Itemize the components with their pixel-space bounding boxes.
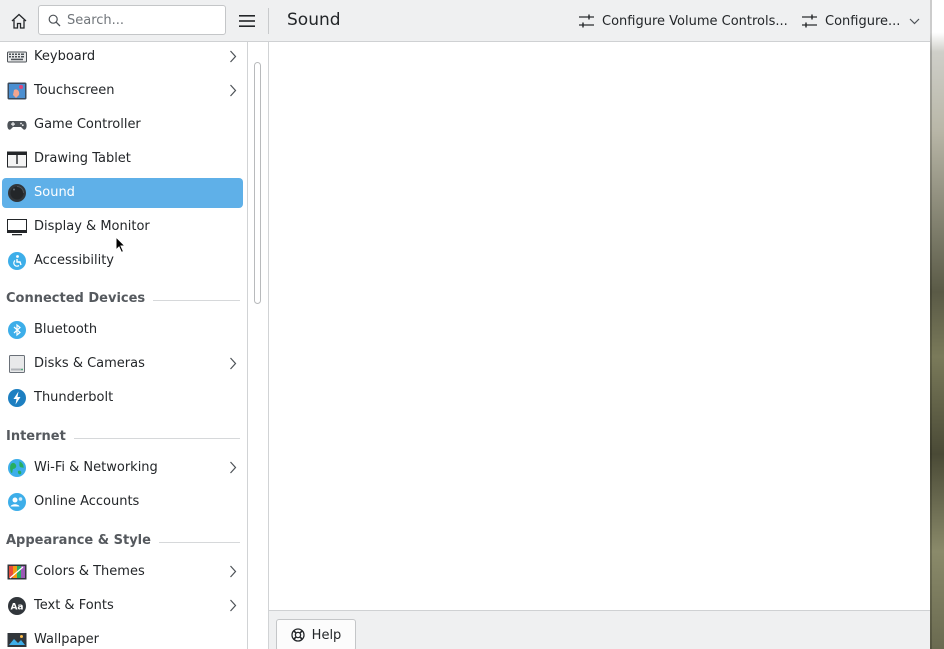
scrollbar-thumb[interactable] xyxy=(254,62,261,304)
chevron-right-icon xyxy=(230,50,237,63)
sidebar-item-label: Keyboard xyxy=(34,49,96,64)
help-button[interactable]: Help xyxy=(276,619,356,649)
online-accounts-icon xyxy=(8,493,26,511)
keyboard-icon xyxy=(7,51,27,63)
desktop-background xyxy=(930,0,944,649)
sidebar-item-label: Display & Monitor xyxy=(34,219,150,234)
game-controller-icon xyxy=(7,121,27,130)
bluetooth-icon xyxy=(8,321,26,339)
configure-volume-controls-label: Configure Volume Controls... xyxy=(602,13,788,29)
configure-label: Configure... xyxy=(825,13,901,29)
sliders-icon xyxy=(802,14,817,28)
disks-cameras-icon xyxy=(9,355,25,373)
search-icon xyxy=(48,14,61,26)
sidebar-item-label: Bluetooth xyxy=(34,322,98,337)
section-internet: Internet xyxy=(6,428,240,446)
chevron-down-icon xyxy=(909,18,920,24)
accessibility-icon xyxy=(8,252,26,270)
sidebar-item-label: Game Controller xyxy=(34,117,141,132)
search-input[interactable] xyxy=(67,12,217,28)
sidebar-item-online-accounts[interactable]: Online Accounts xyxy=(2,487,243,517)
sliders-icon xyxy=(579,14,594,28)
toolbar: Sound Configure Volume Controls... Confi… xyxy=(0,0,930,42)
text-fonts-icon: Aa xyxy=(8,597,26,615)
home-icon xyxy=(11,13,27,29)
section-connected-devices: Connected Devices xyxy=(6,290,240,308)
sidebar-item-wallpaper[interactable]: Wallpaper xyxy=(2,625,243,649)
sidebar-item-colors-themes[interactable]: Colors & Themes xyxy=(2,557,243,587)
wallpaper-icon xyxy=(7,633,27,647)
sidebar-item-touchscreen[interactable]: Touchscreen xyxy=(2,76,243,106)
sidebar-item-bluetooth[interactable]: Bluetooth xyxy=(2,315,243,345)
sidebar-item-drawing-tablet[interactable]: Drawing Tablet xyxy=(2,144,243,174)
mouse-cursor-icon xyxy=(115,236,127,254)
section-title: Internet xyxy=(6,429,74,444)
sound-settings-content xyxy=(269,42,930,610)
sidebar-item-label: Touchscreen xyxy=(34,83,115,98)
sidebar-item-label: Accessibility xyxy=(34,253,114,268)
colors-themes-icon xyxy=(7,564,27,580)
sidebar-item-label: Colors & Themes xyxy=(34,564,145,579)
sidebar-item-thunderbolt[interactable]: Thunderbolt xyxy=(2,383,243,413)
help-label: Help xyxy=(311,627,342,643)
chevron-right-icon xyxy=(230,461,237,474)
sidebar-item-label: Wallpaper xyxy=(34,632,100,647)
sidebar-scrollbar[interactable] xyxy=(249,42,268,649)
sound-icon xyxy=(8,184,26,202)
sidebar-item-disks-cameras[interactable]: Disks & Cameras xyxy=(2,349,243,379)
chevron-right-icon xyxy=(230,565,237,578)
section-appearance-style: Appearance & Style xyxy=(6,532,240,550)
configure-menu-button[interactable]: Configure... xyxy=(801,8,927,34)
sidebar-item-label: Wi-Fi & Networking xyxy=(34,460,158,475)
sidebar: Keyboard Touchscreen Game Controller Dra… xyxy=(0,42,248,649)
sidebar-item-game-controller[interactable]: Game Controller xyxy=(2,110,243,140)
sidebar-item-keyboard[interactable]: Keyboard xyxy=(2,42,243,72)
sidebar-item-label: Sound xyxy=(34,185,75,200)
sidebar-item-label: Thunderbolt xyxy=(34,390,114,405)
section-title: Appearance & Style xyxy=(6,533,159,548)
section-title: Connected Devices xyxy=(6,291,154,306)
sidebar-item-label: Online Accounts xyxy=(34,494,140,509)
chevron-right-icon xyxy=(230,599,237,612)
chevron-right-icon xyxy=(230,357,237,370)
sidebar-item-label: Disks & Cameras xyxy=(34,356,145,371)
footer-bar: Help xyxy=(269,610,930,649)
page-title: Sound xyxy=(287,10,341,30)
home-button[interactable] xyxy=(6,8,32,34)
svg-text:Aa: Aa xyxy=(10,603,23,613)
configure-volume-controls-button[interactable]: Configure Volume Controls... xyxy=(578,8,788,34)
system-settings-window: Sound Configure Volume Controls... Confi… xyxy=(0,0,930,649)
hamburger-menu-button[interactable] xyxy=(236,8,258,34)
toolbar-divider xyxy=(268,8,269,34)
display-monitor-icon xyxy=(7,219,27,236)
drawing-tablet-icon xyxy=(7,151,27,168)
sidebar-item-label: Text & Fonts xyxy=(34,598,114,613)
wifi-networking-icon xyxy=(8,459,26,477)
help-lifebuoy-icon xyxy=(291,628,305,642)
sidebar-item-sound[interactable]: Sound xyxy=(2,178,243,208)
hamburger-menu-icon xyxy=(239,15,255,27)
thunderbolt-icon xyxy=(8,389,26,407)
sidebar-item-label: Drawing Tablet xyxy=(34,151,131,166)
chevron-right-icon xyxy=(230,84,237,97)
sidebar-item-text-fonts[interactable]: Aa Text & Fonts xyxy=(2,591,243,621)
search-field[interactable] xyxy=(38,5,226,35)
touchscreen-icon xyxy=(7,82,27,100)
sidebar-item-wifi-networking[interactable]: Wi-Fi & Networking xyxy=(2,453,243,483)
